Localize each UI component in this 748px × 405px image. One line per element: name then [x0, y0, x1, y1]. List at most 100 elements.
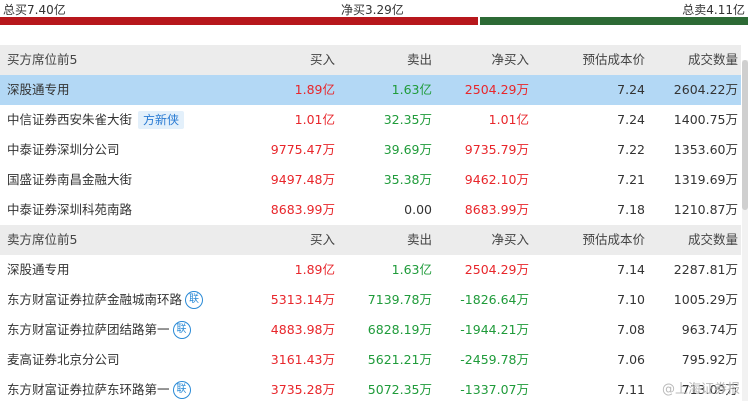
- cell-cost: 7.14: [617, 262, 645, 277]
- cell-sell: 39.69万: [383, 142, 432, 157]
- lian-badge-icon[interactable]: 联: [185, 290, 204, 309]
- cell-cost: 7.06: [617, 352, 645, 367]
- cell-vol: 2287.81万: [673, 262, 738, 277]
- seat-name-text: 中泰证券深圳科苑南路: [7, 202, 133, 217]
- seat-name-text: 东方财富证券拉萨东环路第一: [7, 382, 170, 397]
- table-row[interactable]: 中信证券西安朱雀大街 方新侠 1.01亿 32.35万 1.01亿 7.24 1400.75…: [0, 105, 741, 135]
- cell-buy: 4883.98万: [270, 322, 335, 337]
- header-name: 买方席位前5: [7, 52, 78, 67]
- seat-name[interactable]: 中泰证券深圳分公司: [7, 135, 120, 165]
- seat-name[interactable]: 深股通专用: [7, 255, 70, 285]
- cell-buy: 5313.14万: [270, 292, 335, 307]
- header-sell: 卖出: [406, 232, 432, 247]
- seat-name[interactable]: 深股通专用: [7, 75, 70, 105]
- cell-vol: 2604.22万: [673, 82, 738, 97]
- cell-buy: 8683.99万: [270, 202, 335, 217]
- cell-vol: 1400.75万: [673, 112, 738, 127]
- seat-name[interactable]: 中泰证券深圳科苑南路: [7, 195, 132, 225]
- cell-cost: 7.22: [617, 142, 645, 157]
- cell-net: 2504.29万: [464, 82, 529, 97]
- table-row[interactable]: 深股通专用 1.89亿 1.63亿 2504.29万 7.24 2604.22万: [0, 75, 741, 105]
- trader-tag[interactable]: 方新侠: [138, 110, 185, 129]
- header-net: 净买入: [491, 52, 529, 67]
- buy-ratio-bar: [0, 17, 478, 25]
- cell-cost: 7.10: [617, 292, 645, 307]
- seat-name-text: 中信证券西安朱雀大街: [7, 112, 133, 127]
- seat-name-text: 东方财富证券拉萨团结路第一: [7, 322, 170, 337]
- header-cost: 预估成本价: [582, 52, 645, 67]
- scrollbar[interactable]: [742, 60, 748, 401]
- cell-buy: 1.01亿: [294, 112, 335, 127]
- seat-name-text: 深股通专用: [7, 82, 70, 97]
- seat-name[interactable]: 中信证券西安朱雀大街 方新侠: [7, 105, 185, 135]
- cell-cost: 7.24: [617, 112, 645, 127]
- sell-section-header: 卖方席位前5 买入 卖出 净买入 预估成本价 成交数量: [0, 225, 741, 255]
- cell-net: 8683.99万: [464, 202, 529, 217]
- seat-name[interactable]: 麦高证券北京分公司: [7, 345, 120, 375]
- watermark: @上海证券报: [661, 382, 740, 397]
- cell-vol: 1319.69万: [673, 172, 738, 187]
- cell-net: 2504.29万: [464, 262, 529, 277]
- cell-sell: 32.35万: [383, 112, 432, 127]
- cell-buy: 1.89亿: [294, 82, 335, 97]
- cell-cost: 7.18: [617, 202, 645, 217]
- cell-net: 9735.79万: [464, 142, 529, 157]
- cell-sell: 6828.19万: [367, 322, 432, 337]
- cell-sell: 1.63亿: [391, 262, 432, 277]
- cell-net: -2459.78万: [460, 352, 529, 367]
- header-buy: 买入: [309, 52, 335, 67]
- header-cost: 预估成本价: [582, 232, 645, 247]
- seat-name-text: 东方财富证券拉萨金融城南环路: [7, 292, 183, 307]
- cell-net: 1.01亿: [488, 112, 529, 127]
- cell-vol: 963.74万: [681, 322, 738, 337]
- cell-cost: 7.21: [617, 172, 645, 187]
- net-buy-label: 净买3.29亿: [341, 3, 404, 17]
- table-row[interactable]: 东方财富证券拉萨金融城南环路联 5313.14万 7139.78万 -1826.64万…: [0, 285, 741, 315]
- cell-buy: 1.89亿: [294, 262, 335, 277]
- seat-name-text: 深股通专用: [7, 262, 70, 277]
- seat-name-text: 中泰证券深圳分公司: [7, 142, 120, 157]
- header-buy: 买入: [309, 232, 335, 247]
- total-sell-label: 总卖4.11亿: [682, 3, 745, 17]
- cell-vol: 1005.29万: [673, 292, 738, 307]
- table-row[interactable]: 麦高证券北京分公司 3161.43万 5621.21万 -2459.78万 7.06 79…: [0, 345, 741, 375]
- seat-name[interactable]: 东方财富证券拉萨金融城南环路联: [7, 285, 204, 315]
- cell-net: -1944.21万: [460, 322, 529, 337]
- header-name: 卖方席位前5: [7, 232, 78, 247]
- cell-vol: 1210.87万: [673, 202, 738, 217]
- buy-section-header: 买方席位前5 买入 卖出 净买入 预估成本价 成交数量: [0, 45, 741, 75]
- cell-sell: 35.38万: [383, 172, 432, 187]
- cell-net: -1826.64万: [460, 292, 529, 307]
- summary-bar: 总买7.40亿 净买3.29亿 总卖4.11亿: [0, 0, 748, 17]
- cell-sell: 0.00: [404, 202, 432, 217]
- table-row[interactable]: 深股通专用 1.89亿 1.63亿 2504.29万 7.14 2287.81万: [0, 255, 741, 285]
- cell-vol: 795.92万: [681, 352, 738, 367]
- table-row[interactable]: 中泰证券深圳科苑南路 8683.99万 0.00 8683.99万 7.18 1210.8…: [0, 195, 741, 225]
- table-row[interactable]: 中泰证券深圳分公司 9775.47万 39.69万 9735.79万 7.22 1353.…: [0, 135, 741, 165]
- total-buy-label: 总买7.40亿: [3, 3, 66, 17]
- cell-sell: 7139.78万: [367, 292, 432, 307]
- cell-cost: 7.24: [617, 82, 645, 97]
- cell-buy: 3161.43万: [270, 352, 335, 367]
- cell-vol: 1353.60万: [673, 142, 738, 157]
- seat-name-text: 国盛证券南昌金融大街: [7, 172, 133, 187]
- cell-buy: 9775.47万: [270, 142, 335, 157]
- scrollbar-thumb[interactable]: [742, 60, 748, 210]
- table-row[interactable]: 东方财富证券拉萨团结路第一联 4883.98万 6828.19万 -1944.21万 7…: [0, 315, 741, 345]
- header-sell: 卖出: [406, 52, 432, 67]
- cell-sell: 1.63亿: [391, 82, 432, 97]
- seat-name-text: 麦高证券北京分公司: [7, 352, 120, 367]
- header-net: 净买入: [491, 232, 529, 247]
- lian-badge-icon[interactable]: 联: [172, 380, 191, 399]
- cell-buy: 9497.48万: [270, 172, 335, 187]
- lian-badge-icon[interactable]: 联: [172, 320, 191, 339]
- seat-name[interactable]: 国盛证券南昌金融大街: [7, 165, 132, 195]
- cell-sell: 5621.21万: [367, 352, 432, 367]
- seat-name[interactable]: 东方财富证券拉萨团结路第一联: [7, 315, 191, 345]
- header-vol: 成交数量: [687, 52, 738, 67]
- sell-ratio-bar: [480, 17, 748, 25]
- cell-cost: 7.08: [617, 322, 645, 337]
- cell-net: 9462.10万: [464, 172, 529, 187]
- header-vol: 成交数量: [687, 232, 738, 247]
- table-row[interactable]: 国盛证券南昌金融大街 9497.48万 35.38万 9462.10万 7.21 1319…: [0, 165, 741, 195]
